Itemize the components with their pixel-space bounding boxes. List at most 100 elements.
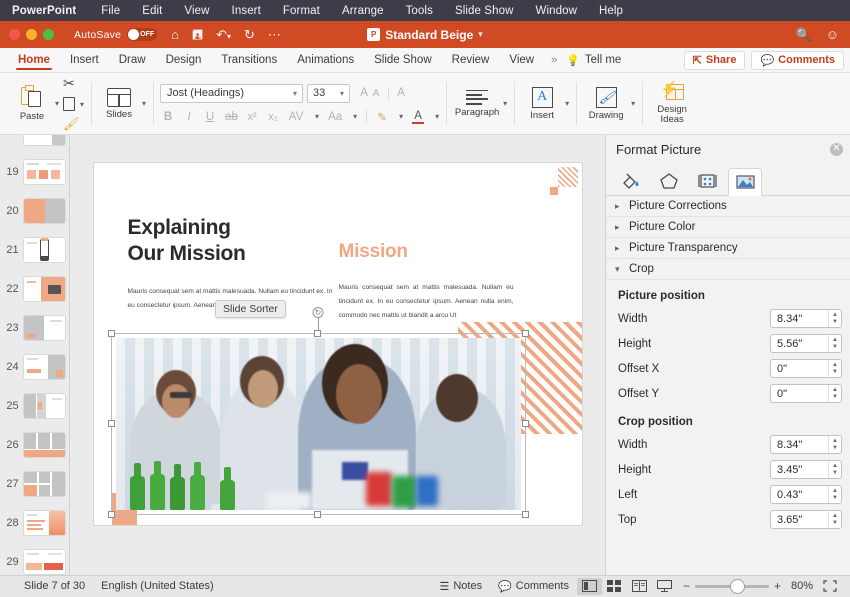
share-button[interactable]: ⇱ Share (684, 51, 746, 70)
stepper-arrows[interactable]: ▲▼ (828, 385, 841, 402)
language-indicator[interactable]: English (United States) (101, 580, 214, 592)
resize-handle-top-right[interactable] (522, 330, 529, 337)
paragraph-button[interactable]: Paragraph (453, 90, 501, 118)
strikethrough-button[interactable]: ab (225, 111, 237, 123)
font-size-select[interactable]: 33 ▾ (307, 84, 350, 103)
maximize-window-button[interactable] (43, 29, 54, 40)
resize-handle-top-center[interactable] (314, 330, 321, 337)
fit-to-window-icon[interactable] (817, 578, 842, 595)
change-case-button[interactable]: Aa (328, 111, 342, 123)
tab-transitions[interactable]: Transitions (211, 48, 287, 72)
presenter-view-icon[interactable] (652, 578, 677, 595)
slide-title[interactable]: Explaining Our Mission (128, 215, 246, 266)
stepper-arrows[interactable]: ▲▼ (828, 436, 841, 453)
slide-counter[interactable]: Slide 7 of 30 (24, 580, 85, 592)
italic-button[interactable]: I (183, 111, 195, 123)
font-color-button[interactable]: A (412, 110, 424, 124)
shrink-font-button[interactable]: A (370, 88, 382, 99)
tab-effects[interactable] (652, 167, 686, 195)
tab-draw[interactable]: Draw (109, 48, 156, 72)
redo-icon[interactable]: ↻ (244, 28, 255, 41)
autosave-toggle[interactable]: OFF (127, 28, 157, 41)
paste-button[interactable]: Paste (11, 85, 53, 122)
slide-thumbnail-panel[interactable]: 19 20 21 (0, 135, 70, 575)
stepper-arrows[interactable]: ▲▼ (828, 486, 841, 503)
copy-icon[interactable] (63, 97, 75, 111)
menu-item-view[interactable]: View (173, 5, 220, 17)
underline-button[interactable]: U (204, 111, 216, 123)
close-window-button[interactable] (9, 29, 20, 40)
stepper-arrows[interactable]: ▲▼ (828, 310, 841, 327)
zoom-knob[interactable] (731, 580, 744, 593)
home-icon[interactable]: ⌂ (171, 28, 179, 41)
notes-button[interactable]: ☰ Notes (431, 576, 490, 597)
section-crop[interactable]: ▾ Crop (606, 259, 850, 280)
section-picture-color[interactable]: ▸ Picture Color (606, 217, 850, 238)
thumbnail-item[interactable]: 24 (0, 347, 69, 386)
thumbnail-item[interactable]: 26 (0, 425, 69, 464)
drawing-dropdown-icon[interactable]: ▾ (631, 99, 635, 108)
crop-left-stepper[interactable]: 0.43" ▲▼ (770, 485, 842, 504)
section-picture-transparency[interactable]: ▸ Picture Transparency (606, 238, 850, 259)
resize-handle-bottom-center[interactable] (314, 511, 321, 518)
slide-body-right[interactable]: Mauris consequat sem at mattis malesuada… (339, 281, 514, 323)
stepper-arrows[interactable]: ▲▼ (828, 511, 841, 528)
zoom-in-button[interactable]: + (774, 579, 781, 593)
cut-icon[interactable]: ✂ (63, 75, 75, 92)
tab-home[interactable]: Home (8, 48, 60, 72)
tab-review[interactable]: Review (442, 48, 500, 72)
menu-app-name[interactable]: PowerPoint (12, 5, 90, 17)
slide-sorter-icon[interactable] (602, 578, 627, 595)
bold-button[interactable]: B (162, 111, 174, 123)
zoom-track[interactable] (695, 585, 769, 588)
design-ideas-button[interactable]: ⚡ Design Ideas (649, 82, 695, 126)
offset-y-stepper[interactable]: 0" ▲▼ (770, 384, 842, 403)
thumbnail-item[interactable]: 22 (0, 269, 69, 308)
menu-item-slide-show[interactable]: Slide Show (444, 5, 525, 17)
highlight-dropdown-icon[interactable]: ▾ (399, 112, 403, 121)
stepper-arrows[interactable]: ▲▼ (828, 461, 841, 478)
slides-dropdown-icon[interactable]: ▾ (142, 99, 146, 108)
menu-item-help[interactable]: Help (588, 5, 634, 17)
close-icon[interactable]: ✕ (830, 143, 843, 156)
tab-design[interactable]: Design (156, 48, 212, 72)
menu-item-format[interactable]: Format (272, 5, 331, 17)
menu-item-insert[interactable]: Insert (221, 5, 272, 17)
resize-handle-bottom-left[interactable] (108, 511, 115, 518)
character-spacing-button[interactable]: AV (288, 111, 304, 123)
chevron-down-icon[interactable]: ▾ (478, 29, 483, 40)
clear-formatting-button[interactable]: A (395, 87, 407, 99)
thumbnail-item[interactable]: 21 (0, 230, 69, 269)
search-icon[interactable]: 🔍 (796, 28, 812, 41)
picture-selection-frame[interactable]: ↻ (111, 333, 526, 515)
comments-status-button[interactable]: 💬 Comments (490, 576, 577, 597)
section-picture-corrections[interactable]: ▸ Picture Corrections (606, 196, 850, 217)
stepper-arrows[interactable]: ▲▼ (828, 360, 841, 377)
document-title[interactable]: Standard Beige (385, 28, 473, 42)
drawing-button[interactable]: 🖌 Drawing (583, 87, 629, 121)
font-name-select[interactable]: Jost (Headings) ▾ (160, 84, 303, 103)
tab-fill-line[interactable] (614, 167, 648, 195)
insert-button[interactable]: A Insert (521, 87, 563, 121)
menu-item-arrange[interactable]: Arrange (331, 5, 395, 17)
picture-height-stepper[interactable]: 5.56" ▲▼ (770, 334, 842, 353)
paragraph-dropdown-icon[interactable]: ▾ (503, 99, 507, 108)
crop-height-stepper[interactable]: 3.45" ▲▼ (770, 460, 842, 479)
superscript-button[interactable]: x² (246, 111, 258, 123)
undo-icon[interactable]: ↶▾ (216, 28, 231, 41)
thumbnail-item[interactable]: 20 (0, 191, 69, 230)
font-color-dropdown-icon[interactable]: ▾ (435, 112, 439, 121)
save-icon[interactable]: 🖪 (192, 28, 203, 41)
menu-item-file[interactable]: File (90, 5, 131, 17)
thumbnail-item[interactable]: 23 (0, 308, 69, 347)
zoom-percentage[interactable]: 80% (787, 580, 817, 592)
paste-dropdown-icon[interactable]: ▾ (55, 99, 59, 108)
resize-handle-bottom-right[interactable] (522, 511, 529, 518)
new-slide-button[interactable]: Slides (98, 88, 140, 120)
insert-dropdown-icon[interactable]: ▾ (565, 99, 569, 108)
crop-top-stepper[interactable]: 3.65" ▲▼ (770, 510, 842, 529)
thumbnail-item[interactable] (0, 135, 69, 152)
copy-dropdown-icon[interactable]: ▾ (80, 100, 84, 109)
resize-handle-middle-left[interactable] (108, 420, 115, 427)
tab-size-properties[interactable] (690, 167, 724, 195)
